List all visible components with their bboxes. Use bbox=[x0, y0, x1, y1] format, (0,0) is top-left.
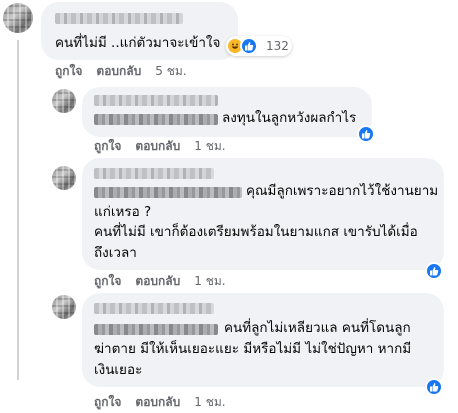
comment-text: แก่เหรอ ? bbox=[94, 204, 152, 220]
comment-text: เงินเยอะ bbox=[94, 362, 143, 378]
comment-actions: ถูกใจ ตอบกลับ 1 ชม. bbox=[94, 394, 226, 410]
comment-bubble: คุณมีลูกเพราะอยากไว้ใช้งานยาม แก่เหรอ ? … bbox=[82, 158, 444, 270]
avatar[interactable] bbox=[52, 166, 76, 190]
blurred-author-name[interactable] bbox=[55, 13, 183, 24]
blurred-author-name[interactable] bbox=[94, 95, 218, 106]
reply-button[interactable]: ตอบกลับ bbox=[135, 137, 180, 156]
timestamp[interactable]: 5 ชม. bbox=[155, 62, 186, 81]
like-button[interactable]: ถูกใจ bbox=[55, 62, 82, 81]
comment-text: คุณมีลูกเพราะอยากไว้ใช้งานยาม bbox=[246, 183, 439, 199]
like-button[interactable]: ถูกใจ bbox=[94, 137, 121, 156]
comment-actions: ถูกใจ ตอบกลับ 5 ชม. bbox=[55, 63, 187, 79]
timestamp[interactable]: 1 ชม. bbox=[194, 272, 225, 291]
comment-text: ฆ่าตาย มีให้เห็นเยอะแยะ มีหรือไม่มี ไม่ใ… bbox=[94, 341, 412, 357]
timestamp[interactable]: 1 ชม. bbox=[194, 137, 225, 156]
thread-line bbox=[17, 40, 19, 380]
comment-bubble: คนที่ไม่มี ..แก่ตัวมาจะเข้าใจ bbox=[41, 2, 238, 60]
comment-text: คนที่ไม่มี ..แก่ตัวมาจะเข้าใจ bbox=[55, 35, 221, 51]
like-button[interactable]: ถูกใจ bbox=[94, 393, 121, 412]
comment-text: ถึงเวลา bbox=[94, 245, 137, 261]
reaction-count: 132 bbox=[266, 39, 289, 53]
timestamp[interactable]: 1 ชม. bbox=[194, 393, 225, 412]
reply-button[interactable]: ตอบกลับ bbox=[135, 393, 180, 412]
avatar[interactable] bbox=[3, 3, 33, 33]
comment-text: คนที่ไม่มี เขาก็ต้องเตรียมพร้อมในยามแกส … bbox=[94, 224, 418, 240]
like-icon[interactable] bbox=[357, 125, 375, 143]
comment-bubble: ลงทุนในลูกหวังผลกำไร bbox=[82, 87, 372, 137]
blurred-mention[interactable] bbox=[94, 187, 242, 198]
comment-actions: ถูกใจ ตอบกลับ 1 ชม. bbox=[94, 138, 226, 154]
comment-text: คนที่ลูกไม่เหลียวแล คนที่โดนลูก bbox=[224, 320, 411, 336]
avatar[interactable] bbox=[52, 295, 76, 319]
reply-button[interactable]: ตอบกลับ bbox=[135, 272, 180, 291]
blurred-author-name[interactable] bbox=[94, 303, 214, 314]
reply-button[interactable]: ตอบกลับ bbox=[96, 62, 141, 81]
like-icon[interactable] bbox=[425, 262, 443, 280]
comment-text: ลงทุนในลูกหวังผลกำไร bbox=[222, 110, 357, 126]
comment-actions: ถูกใจ ตอบกลับ 1 ชม. bbox=[94, 273, 226, 289]
blurred-mention[interactable] bbox=[94, 114, 218, 125]
reaction-summary[interactable]: 132 bbox=[226, 36, 292, 56]
blurred-mention[interactable] bbox=[94, 324, 218, 335]
like-icon[interactable] bbox=[425, 378, 443, 396]
like-button[interactable]: ถูกใจ bbox=[94, 272, 121, 291]
avatar[interactable] bbox=[52, 89, 76, 113]
blurred-author-name[interactable] bbox=[94, 168, 214, 179]
like-icon bbox=[240, 37, 258, 55]
comment-bubble: คนที่ลูกไม่เหลียวแล คนที่โดนลูก ฆ่าตาย ม… bbox=[82, 293, 444, 387]
